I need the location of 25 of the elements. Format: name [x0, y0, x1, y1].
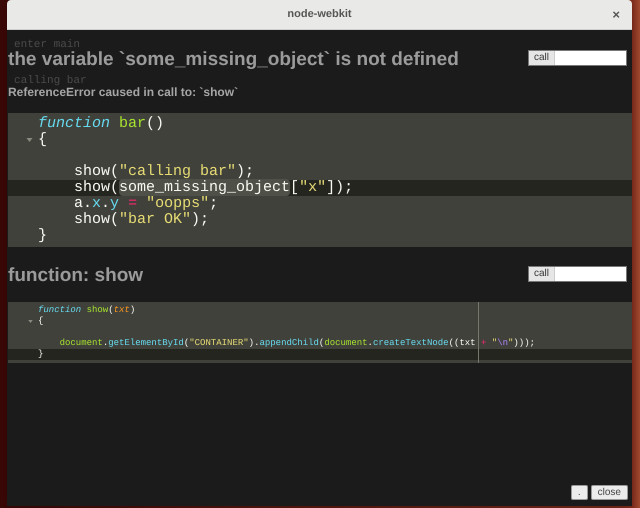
code-line: show("bar OK");	[73, 212, 210, 228]
error-message: ReferenceError caused in call to: `show`	[8, 86, 238, 99]
code-line: function bar()	[38, 116, 164, 132]
code-line: a.x.y = "oopps";	[73, 196, 218, 212]
fold-arrow-icon[interactable]	[28, 320, 33, 323]
section-heading: function: show	[8, 266, 144, 286]
footer-button[interactable]: close	[590, 485, 628, 500]
code-line: {	[38, 132, 48, 148]
call-button[interactable]: call	[529, 267, 556, 281]
close-button[interactable]: ×	[612, 7, 620, 23]
code-editor[interactable]: function bar() { show("calling bar"); show(some_missing_object["x"]); a.x.y = "oopps"; show("bar OK"); }	[8, 113, 632, 247]
section-heading: the variable `some_missing_object` is not defined	[8, 50, 459, 70]
code-line: }	[38, 349, 44, 360]
call-control[interactable]: call	[528, 50, 627, 66]
call-control[interactable]: call	[528, 266, 627, 282]
code-line: document.getElementById("CONTAINER").appendChild(document.createTextNode((txt + "\n")));	[58, 338, 536, 349]
code-line: {	[38, 316, 44, 327]
code-line: show("calling bar");	[73, 164, 254, 180]
window-title: node-webkit	[287, 7, 352, 22]
code-line: }	[38, 228, 48, 244]
footer-button[interactable]: .	[570, 485, 588, 500]
call-button[interactable]: call	[529, 51, 556, 65]
code-line: function show(txt)	[38, 305, 136, 316]
fold-arrow-icon[interactable]	[26, 138, 33, 142]
code-editor[interactable]: function show(txt) { document.getElementById("CONTAINER").appendChild(document.createTextNode((txt + "\n"))); }	[8, 302, 632, 363]
